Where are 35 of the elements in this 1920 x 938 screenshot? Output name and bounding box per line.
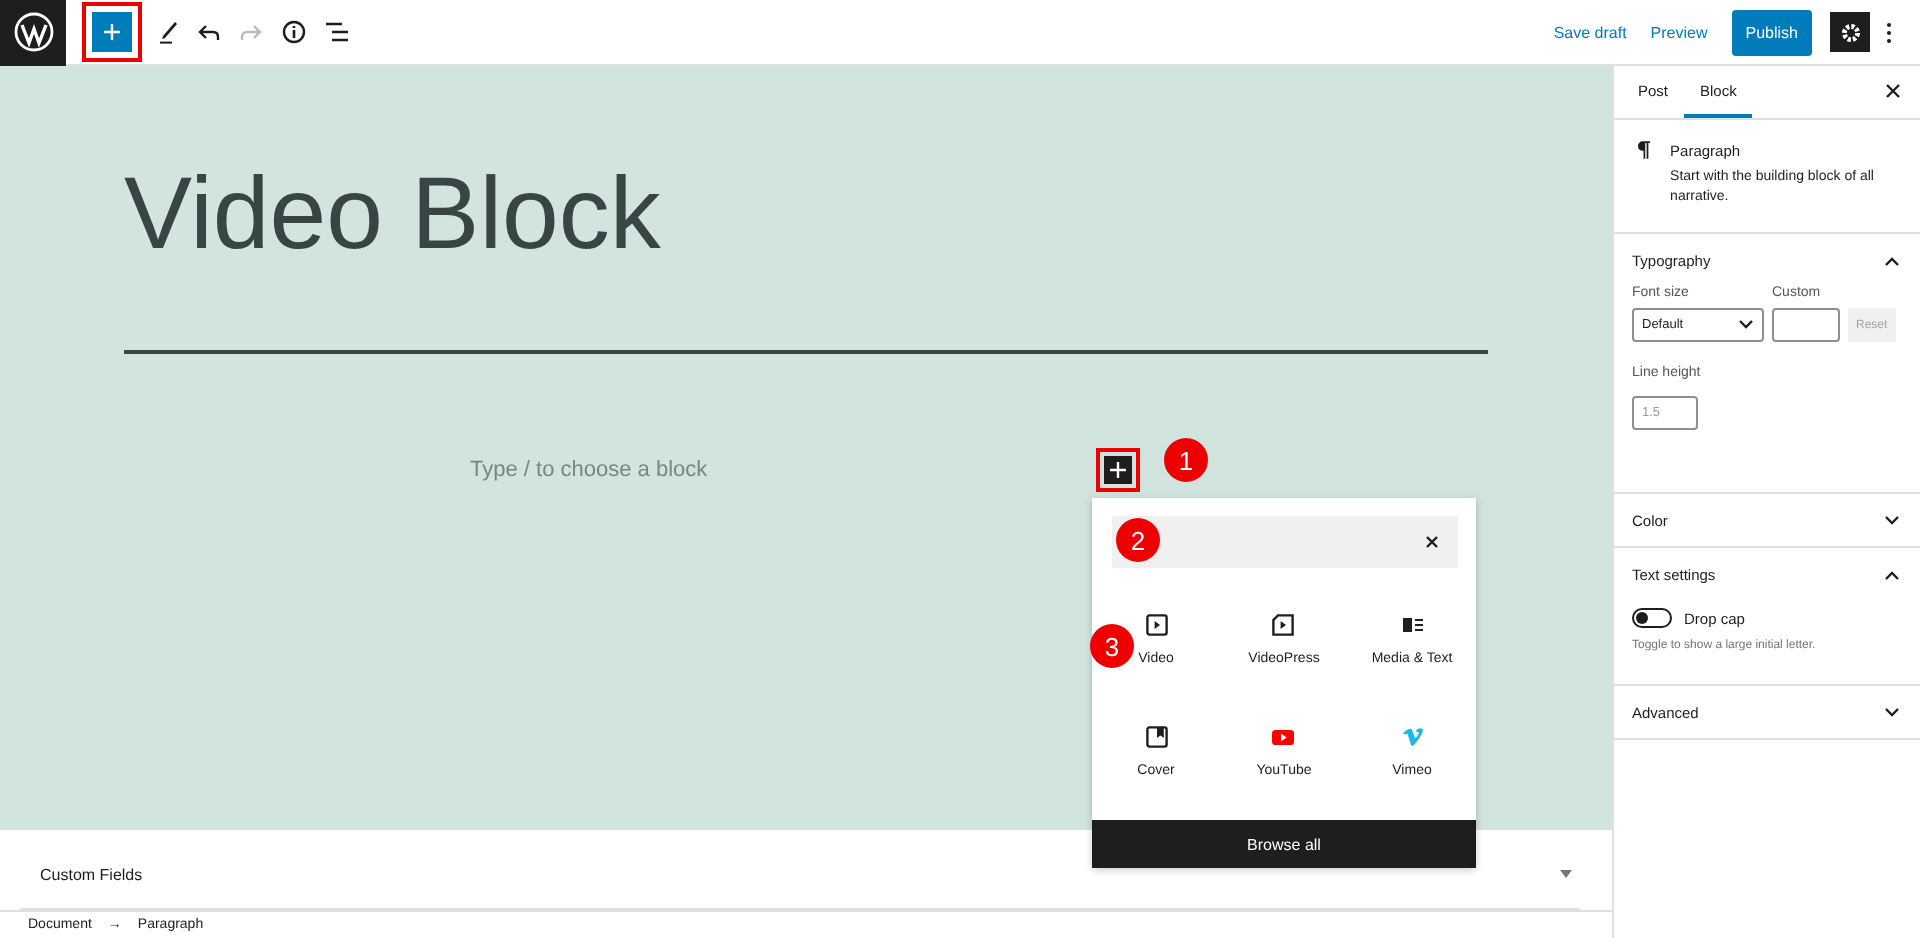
plus-icon [1110,462,1126,478]
info-icon[interactable] [282,20,306,44]
search-field[interactable] [1112,516,1458,568]
logo-icon[interactable] [0,0,66,65]
close-icon[interactable] [1426,536,1438,548]
settings-button[interactable] [1830,12,1870,52]
chevron-down-icon [1738,320,1754,330]
v-icon [1401,726,1423,748]
pen-icon[interactable] [158,20,178,44]
list-view-icon[interactable] [326,22,350,42]
panel-title[interactable]: Custom Fields [40,865,143,883]
toolbar-link[interactable]: Save draft [1553,23,1627,41]
chevron-up-icon [1884,255,1900,265]
media-text-icon [1401,614,1423,636]
play-icon [1272,726,1295,748]
chevron-down-icon [1884,707,1900,717]
chevron-down-icon [1884,515,1900,525]
toolbar-link[interactable]: Preview [1650,23,1708,41]
caret-icon[interactable] [1560,870,1572,878]
custom-size-field[interactable] [1772,308,1840,342]
more-icon[interactable] [1886,21,1892,43]
browse-all-button[interactable]: Browse all [1092,820,1476,868]
video-icon [1145,614,1167,636]
post-title[interactable]: Video Block [124,150,1612,278]
video-icon [1272,614,1295,636]
close-button[interactable] [1886,82,1900,102]
plus-icon [102,22,122,42]
add-block-button[interactable] [1096,448,1140,492]
publish-button[interactable]: Publish [1731,9,1812,55]
cover-icon [1145,726,1167,748]
toggle-switch[interactable] [1632,608,1672,628]
chevron-up-icon [1884,569,1900,579]
paragraph-icon [1638,140,1651,160]
gear-icon [1839,21,1861,43]
undo-icon[interactable] [198,23,220,41]
